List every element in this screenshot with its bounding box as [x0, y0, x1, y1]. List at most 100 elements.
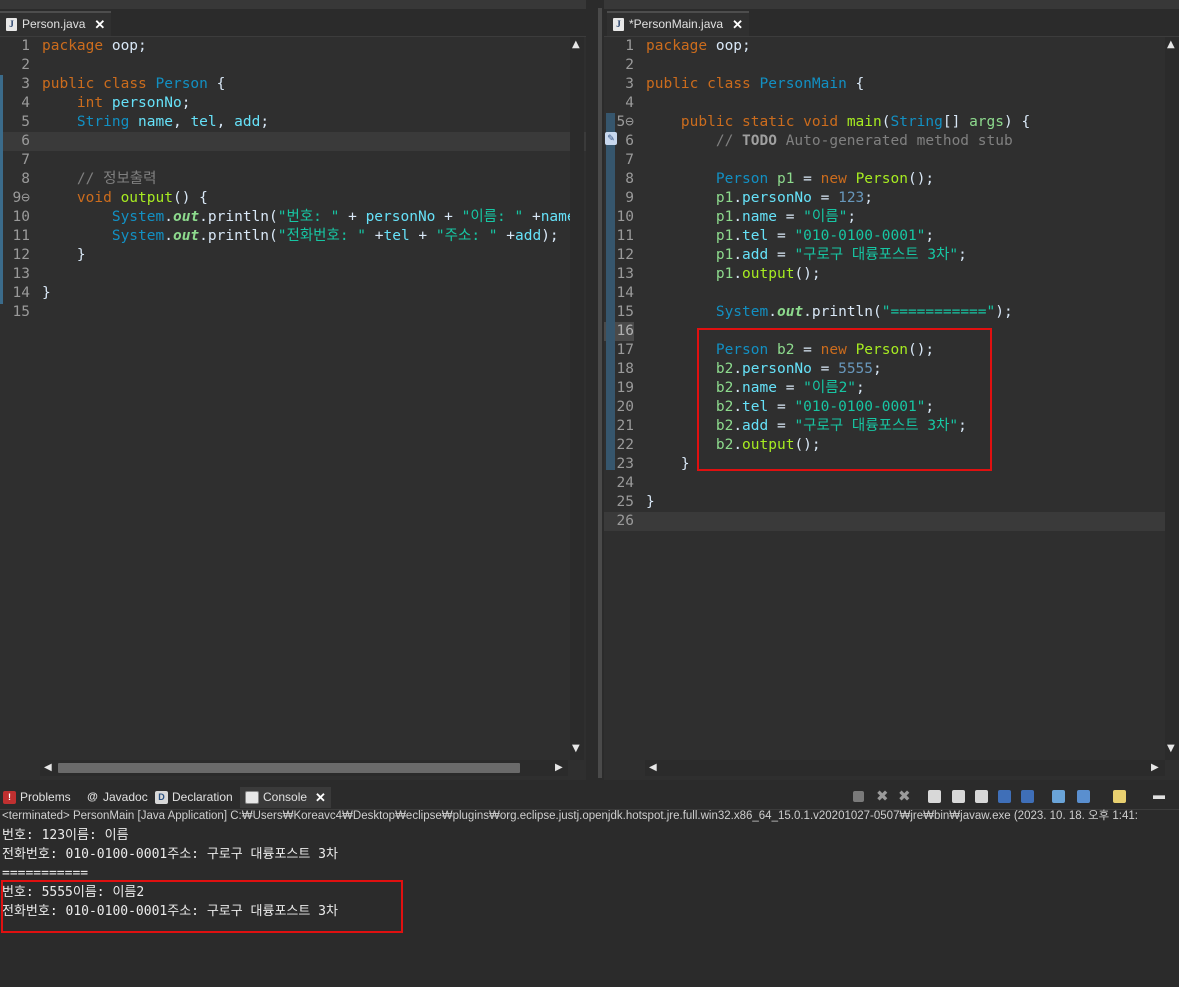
right-vertical-scrollbar[interactable]: ▲ ▼ — [1165, 37, 1179, 760]
code-token: + — [409, 228, 436, 244]
left-code-editor[interactable]: 1 package oop; 2 3 public class Person {4 in… — [0, 37, 586, 780]
code-token: add — [514, 228, 542, 244]
code-token: // 정보출력 — [76, 171, 157, 187]
tab-personmain-java[interactable]: J *PersonMain.java ✕ — [607, 11, 749, 36]
clear-console-icon[interactable] — [928, 790, 941, 803]
console-icon — [245, 791, 259, 804]
line-number: 2 — [21, 57, 30, 73]
declaration-icon: D — [155, 791, 168, 804]
code-token: name — [742, 209, 777, 225]
open-console-icon[interactable] — [1113, 790, 1126, 803]
code-token: "주소: " — [435, 228, 498, 244]
code-line[interactable]: 9 p1.personNo = 123; — [604, 189, 1179, 208]
code-line[interactable]: 10 p1.name = "이름"; — [604, 208, 1179, 227]
close-icon[interactable]: ✕ — [94, 13, 105, 36]
code-token: ); — [541, 228, 559, 244]
scroll-left-icon[interactable]: ◀ — [44, 762, 52, 773]
code-line[interactable]: 4 — [604, 94, 1179, 113]
code-token: out — [172, 228, 200, 244]
code-line[interactable]: 5⊖ public static void main(String[] args… — [604, 113, 1179, 132]
code-token: } — [42, 247, 86, 263]
code-line[interactable]: 14 — [604, 284, 1179, 303]
code-line[interactable]: 26 — [604, 512, 1179, 531]
remove-launch-icon[interactable]: ✖ — [876, 789, 889, 804]
display-console-icon[interactable] — [1077, 790, 1090, 803]
left-editor-pane: J Person.java ✕ 1 package oop; 2 3 public cl… — [0, 0, 586, 780]
code-line[interactable]: 9⊖ void output() { — [0, 189, 586, 208]
tab-console[interactable]: Console ✕ — [240, 787, 331, 808]
scroll-left-icon[interactable]: ◀ — [649, 762, 657, 773]
code-token: // — [715, 133, 743, 149]
code-token: (); — [907, 171, 935, 187]
code-line[interactable]: 13 p1.output(); — [604, 265, 1179, 284]
code-token: "번호: " — [277, 209, 340, 225]
code-line[interactable]: 3 public class PersonMain { — [604, 75, 1179, 94]
scroll-right-icon[interactable]: ▶ — [1151, 762, 1159, 773]
minimize-icon[interactable]: ▬ — [1153, 789, 1166, 803]
code-line[interactable]: 5 String name, tel, add; — [0, 113, 586, 132]
code-line[interactable]: 13 — [0, 265, 586, 284]
code-line[interactable]: 24 — [604, 474, 1179, 493]
code-line[interactable]: 6 — [0, 132, 586, 151]
left-horizontal-scrollbar[interactable]: ◀ ▶ — [40, 760, 568, 776]
code-line[interactable]: 3 public class Person { — [0, 75, 586, 94]
code-text: void output() { — [42, 189, 208, 208]
code-line[interactable]: 15 — [0, 303, 586, 322]
close-icon[interactable]: ✕ — [732, 13, 743, 36]
tab-label: Person.java — [22, 17, 86, 31]
code-line[interactable]: 10 System.out.println("번호: " + personNo … — [0, 208, 586, 227]
code-token: int — [76, 95, 104, 111]
code-token: name — [138, 114, 173, 130]
code-line[interactable]: 4 int personNo; — [0, 94, 586, 113]
code-line[interactable]: 25} — [604, 493, 1179, 512]
pin-console-icon[interactable] — [1052, 790, 1065, 803]
tab-person-java[interactable]: J Person.java ✕ — [0, 11, 112, 36]
code-token: + — [523, 209, 541, 225]
editor-divider[interactable] — [586, 0, 604, 780]
code-line[interactable]: 12 p1.add = "구로구 대륭포스트 3차"; — [604, 246, 1179, 265]
show-on-output-icon[interactable] — [998, 790, 1011, 803]
code-line[interactable]: 1 package oop; — [0, 37, 586, 56]
code-line[interactable]: 7 — [0, 151, 586, 170]
scroll-down-icon[interactable]: ▼ — [1167, 743, 1175, 754]
code-line[interactable]: 11 p1.tel = "010-0100-0001"; — [604, 227, 1179, 246]
code-line[interactable]: 8 // 정보출력 — [0, 170, 586, 189]
word-wrap-icon[interactable] — [975, 790, 988, 803]
code-line[interactable]: 2 — [604, 56, 1179, 75]
code-line[interactable]: 12 } — [0, 246, 586, 265]
code-token: { — [846, 76, 865, 92]
code-text: p1.add = "구로구 대륭포스트 3차"; — [646, 246, 967, 265]
code-line[interactable]: 14} — [0, 284, 586, 303]
code-line[interactable]: 8 Person p1 = new Person(); — [604, 170, 1179, 189]
close-icon[interactable]: ✕ — [315, 787, 326, 808]
code-line[interactable]: 11 System.out.println("전화번호: " +tel + "주… — [0, 227, 586, 246]
show-on-error-icon[interactable] — [1021, 790, 1034, 803]
code-token: .println( — [199, 209, 278, 225]
right-horizontal-scrollbar[interactable]: ◀ ▶ — [645, 760, 1165, 776]
scroll-down-icon[interactable]: ▼ — [572, 743, 580, 754]
remove-all-icon[interactable]: ✖ — [898, 789, 911, 804]
line-number: 11 — [12, 228, 30, 244]
code-line[interactable]: 15 System.out.println("==========="); — [604, 303, 1179, 322]
code-line[interactable]: 1 package oop; — [604, 37, 1179, 56]
scroll-up-icon[interactable]: ▲ — [1167, 39, 1175, 50]
tab-declaration[interactable]: D Declaration — [155, 787, 233, 808]
scroll-thumb[interactable] — [58, 763, 520, 773]
code-line[interactable]: 2 — [0, 56, 586, 75]
change-marker — [606, 113, 615, 470]
code-line[interactable]: 7 — [604, 151, 1179, 170]
left-vertical-scrollbar[interactable]: ▲ ▼ — [570, 37, 584, 760]
scroll-lock-icon[interactable] — [952, 790, 965, 803]
tab-problems[interactable]: ! Problems — [3, 787, 71, 808]
line-number: 8 — [21, 171, 30, 187]
scroll-right-icon[interactable]: ▶ — [555, 762, 563, 773]
scroll-up-icon[interactable]: ▲ — [572, 39, 580, 50]
tab-javadoc[interactable]: @ Javadoc — [86, 787, 148, 808]
code-line[interactable]: 6 // TODO Auto-generated method stub — [604, 132, 1179, 151]
terminate-icon[interactable] — [853, 791, 864, 802]
code-token: [] — [942, 114, 970, 130]
